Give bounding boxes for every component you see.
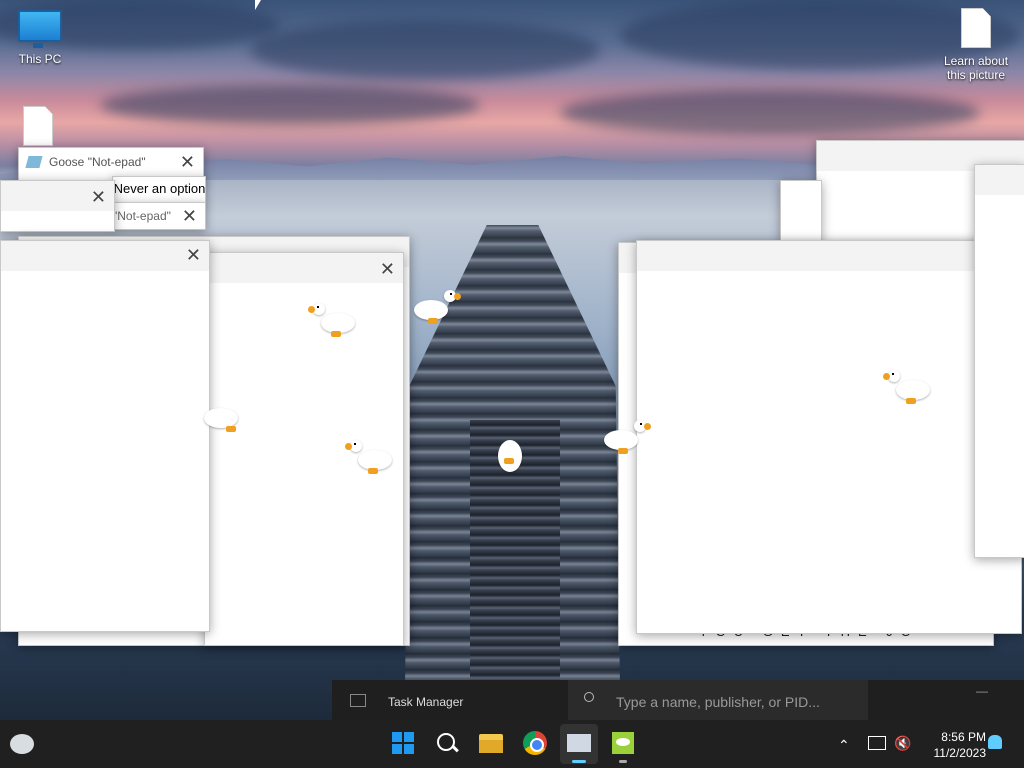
network-icon[interactable]: [868, 736, 886, 750]
window-title: Goose "Not-epad": [49, 155, 146, 169]
cloud: [250, 20, 600, 80]
close-icon[interactable]: ✕: [180, 152, 195, 172]
title-bar: [1, 241, 209, 271]
close-icon[interactable]: ✕: [186, 245, 201, 265]
document-shortcut[interactable]: [18, 106, 58, 146]
process-search-box[interactable]: Type a name, publisher, or PID...: [568, 680, 868, 720]
goose-option-window[interactable]: "Never an option": [112, 176, 206, 204]
clock-date: 11/2/2023: [933, 746, 987, 760]
window-right-edge[interactable]: [974, 164, 1024, 558]
window-title: "Not-epad": [113, 209, 171, 223]
weather-icon[interactable]: [10, 734, 34, 754]
goose[interactable]: [204, 398, 254, 432]
task-manager-title: Task Manager: [388, 695, 464, 709]
large-window-left-front[interactable]: ✕: [0, 240, 210, 632]
close-icon[interactable]: ✕: [182, 206, 197, 226]
window-right-sliver[interactable]: [780, 180, 822, 242]
close-icon[interactable]: ✕: [380, 259, 395, 279]
option-text: "Never an option": [112, 181, 206, 196]
clock[interactable]: 8:56 PM 11/2/2023: [922, 729, 987, 761]
goose[interactable]: [410, 290, 461, 324]
learn-about-picture-label: Learn about this picture: [943, 54, 1009, 82]
close-icon[interactable]: ✕: [91, 187, 106, 207]
mouse-cursor-icon: [255, 0, 261, 10]
running-indicator: [619, 760, 627, 763]
small-window[interactable]: ✕: [0, 180, 115, 232]
goose-notepad-window-2[interactable]: "Not-epad" ✕: [112, 202, 206, 230]
goose[interactable]: [600, 420, 651, 454]
notepad-icon: [25, 156, 43, 168]
search-input[interactable]: Type a name, publisher, or PID...: [616, 694, 820, 710]
search-icon: [584, 692, 594, 702]
this-pc-shortcut[interactable]: This PC: [12, 10, 68, 66]
chrome-icon[interactable]: [522, 730, 548, 756]
title-bar: [205, 253, 403, 283]
active-indicator: [572, 760, 586, 763]
start-button[interactable]: [390, 730, 416, 756]
task-manager-icon: [567, 734, 591, 752]
file-icon: [23, 106, 53, 146]
file-icon: [961, 8, 991, 48]
task-manager-taskbar-button[interactable]: [560, 724, 598, 764]
title-bar: [637, 241, 1021, 271]
minimize-icon[interactable]: —: [976, 684, 988, 698]
task-manager-icon: [350, 694, 366, 707]
task-manager-window[interactable]: Task Manager Type a name, publisher, or …: [332, 680, 1024, 720]
goose[interactable]: [494, 430, 540, 472]
notification-icon[interactable]: [988, 735, 1002, 749]
clock-time: 8:56 PM: [941, 730, 986, 744]
file-explorer-icon[interactable]: [478, 730, 504, 756]
goose-app-icon[interactable]: [610, 730, 636, 756]
cloud: [100, 85, 480, 125]
monitor-icon: [18, 10, 62, 48]
large-window-right-front[interactable]: [636, 240, 1022, 634]
title-bar: [975, 165, 1024, 195]
chevron-up-icon[interactable]: ⌃: [838, 737, 850, 754]
this-pc-label: This PC: [18, 52, 62, 66]
volume-muted-icon[interactable]: 🔇: [894, 735, 911, 752]
goose[interactable]: [883, 370, 934, 404]
cloud: [560, 90, 980, 135]
goose[interactable]: [345, 440, 396, 474]
search-icon[interactable]: [434, 730, 460, 756]
learn-about-picture-shortcut[interactable]: Learn about this picture: [940, 8, 1012, 82]
goose[interactable]: [308, 303, 359, 337]
